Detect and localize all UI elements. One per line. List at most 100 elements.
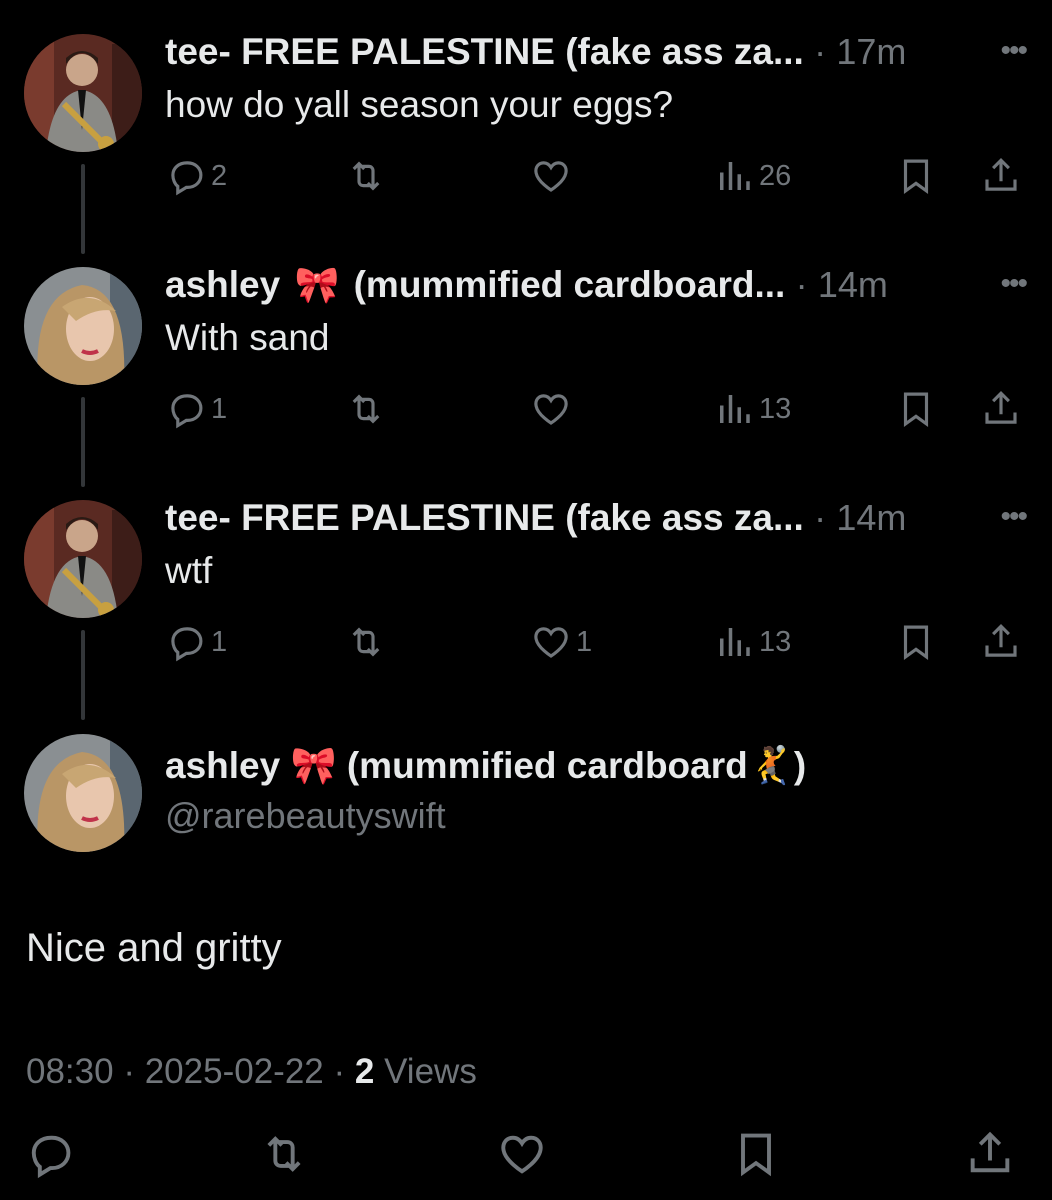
author-name[interactable]: ashley 🎀 (mummified cardboard🤾) — [165, 744, 806, 788]
analytics-icon — [720, 162, 750, 190]
analytics-icon — [720, 628, 750, 656]
repost-button[interactable] — [345, 150, 391, 202]
more-options-icon[interactable]: ••• — [1000, 267, 1027, 301]
reply-button[interactable] — [24, 1128, 76, 1180]
analytics-icon — [720, 395, 750, 423]
share-icon — [985, 158, 1017, 191]
views-count: 13 — [759, 392, 792, 425]
repost-icon — [352, 627, 380, 657]
action-bar: 1 13 — [165, 383, 1030, 435]
action-bar: 1 1 13 — [165, 616, 1030, 668]
bookmark-button[interactable] — [895, 383, 937, 435]
reply-icon — [171, 627, 203, 662]
tweet-header: ashley 🎀 (mummified cardboard... · 14m — [165, 263, 1045, 307]
views-button[interactable]: 26 — [713, 150, 791, 202]
tweet-text: how do yall season your eggs? — [165, 84, 674, 125]
thread-tweet-3[interactable]: tee- FREE PALESTINE (fake ass za... · 14… — [0, 466, 1052, 720]
handball-emoji: 🤾 — [747, 745, 794, 786]
views-label[interactable]: Views — [384, 1052, 477, 1091]
like-button[interactable] — [530, 383, 576, 435]
repost-button[interactable] — [345, 616, 391, 668]
tweet-text: With sand — [165, 317, 330, 358]
time-separator: · — [814, 31, 827, 72]
like-button[interactable] — [496, 1128, 548, 1180]
heart-icon — [534, 161, 568, 192]
bookmark-button[interactable] — [895, 150, 937, 202]
views-button[interactable]: 13 — [713, 616, 791, 668]
repost-icon — [267, 1136, 301, 1172]
more-options-icon[interactable]: ••• — [1000, 500, 1027, 534]
thread-tweet-1[interactable]: tee- FREE PALESTINE (fake ass za... · 17… — [0, 0, 1052, 254]
views-count: 13 — [759, 625, 792, 658]
action-bar — [0, 1128, 1052, 1194]
author-handle[interactable]: @rarebeautyswift — [165, 794, 446, 838]
avatar[interactable] — [24, 267, 142, 385]
share-icon — [985, 391, 1017, 424]
author-name-close: ) — [793, 745, 807, 786]
tweet-header: tee- FREE PALESTINE (fake ass za... · 14… — [165, 496, 1045, 540]
more-options-icon[interactable]: ••• — [1000, 34, 1027, 68]
tweet-time[interactable]: 14m — [836, 497, 906, 538]
reply-count: 1 — [211, 625, 228, 658]
tweet-time[interactable]: 17m — [836, 31, 906, 72]
avatar[interactable] — [24, 34, 142, 152]
like-count: 1 — [576, 625, 593, 658]
share-button[interactable] — [980, 150, 1022, 202]
tweet-header: tee- FREE PALESTINE (fake ass za... · 17… — [165, 30, 1045, 74]
like-button[interactable]: 1 — [530, 616, 592, 668]
tweet-date[interactable]: 2025-02-22 — [145, 1052, 324, 1091]
bow-emoji: 🎀 — [294, 264, 340, 305]
action-bar: 2 26 — [165, 150, 1030, 202]
reply-icon — [31, 1135, 71, 1179]
author-name[interactable]: tee- FREE PALESTINE (fake ass za... — [165, 497, 804, 538]
reply-button[interactable]: 1 — [165, 616, 227, 668]
avatar[interactable] — [24, 734, 142, 852]
reply-count: 1 — [211, 392, 228, 425]
time-separator: · — [795, 264, 808, 305]
author-name-prefix: ashley — [165, 745, 281, 786]
reply-count: 2 — [211, 159, 228, 192]
heart-icon — [534, 627, 568, 658]
reply-icon — [171, 161, 203, 196]
tweet-time[interactable]: 08:30 — [26, 1052, 114, 1091]
like-button[interactable] — [530, 150, 576, 202]
tweet-text: wtf — [165, 550, 213, 591]
bow-emoji: 🎀 — [290, 745, 337, 786]
tweet-time[interactable]: 14m — [818, 264, 888, 305]
author-name-suffix[interactable]: (mummified cardboard... — [354, 264, 786, 305]
tweet-meta: 08:30 · 2025-02-22 · 2 Views — [26, 1050, 477, 1094]
meta-separator: · — [123, 1052, 135, 1091]
share-icon — [985, 624, 1017, 657]
bookmark-button[interactable] — [895, 616, 937, 668]
bookmark-icon — [903, 392, 929, 427]
avatar[interactable] — [24, 500, 142, 618]
meta-separator: · — [333, 1052, 346, 1091]
reply-button[interactable]: 2 — [165, 150, 227, 202]
time-separator: · — [814, 497, 827, 538]
thread-tweet-2[interactable]: ashley 🎀 (mummified cardboard... · 14m •… — [0, 233, 1052, 487]
repost-button[interactable] — [258, 1128, 310, 1180]
share-button[interactable] — [964, 1128, 1016, 1180]
reply-icon — [171, 394, 203, 429]
main-tweet: ashley 🎀 (mummified cardboard🤾) @rarebea… — [0, 700, 1052, 1200]
share-button[interactable] — [980, 616, 1022, 668]
share-icon — [970, 1131, 1010, 1173]
bookmark-icon — [741, 1133, 771, 1177]
heart-icon — [501, 1135, 543, 1174]
repost-icon — [352, 394, 380, 424]
share-button[interactable] — [980, 383, 1022, 435]
heart-icon — [534, 394, 568, 425]
reply-button[interactable]: 1 — [165, 383, 227, 435]
author-name[interactable]: ashley — [165, 264, 280, 305]
views-button[interactable]: 13 — [713, 383, 791, 435]
views-count: 26 — [759, 159, 792, 192]
bookmark-icon — [903, 159, 929, 194]
tweet-text: Nice and gritty — [26, 926, 282, 970]
author-name-suffix: (mummified cardboard — [346, 745, 748, 786]
views-count[interactable]: 2 — [355, 1052, 374, 1091]
bookmark-button[interactable] — [730, 1128, 782, 1180]
repost-icon — [352, 161, 380, 191]
repost-button[interactable] — [345, 383, 391, 435]
bookmark-icon — [903, 625, 929, 660]
author-name[interactable]: tee- FREE PALESTINE (fake ass za... — [165, 31, 804, 72]
